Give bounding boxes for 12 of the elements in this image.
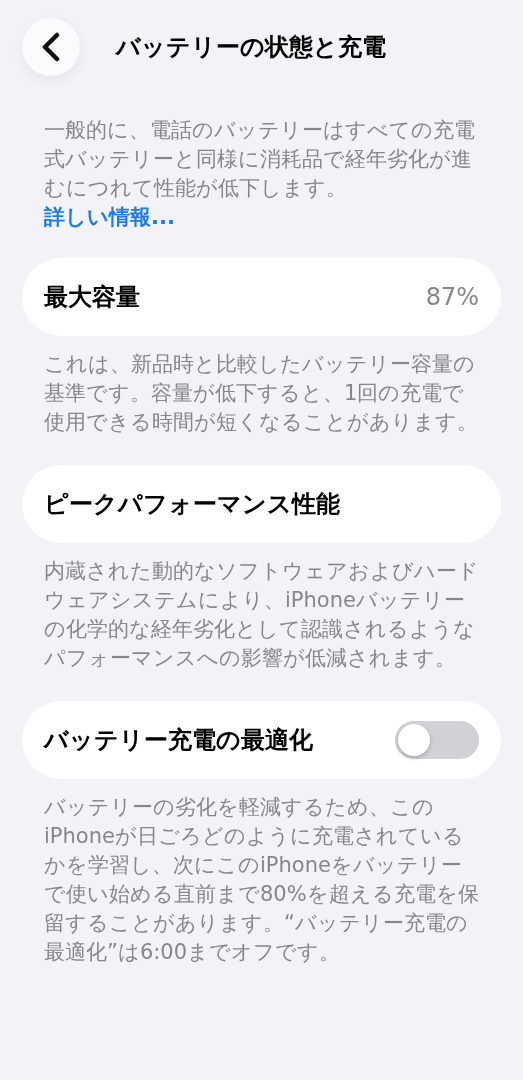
toggle-switch[interactable] — [395, 721, 479, 759]
setting-label: バッテリー充電の最適化 — [44, 725, 313, 756]
footer-text: これは、新品時と比較したバッテリー容量の基準です。容量が低下すると、1回の充電で使用できる時間が短くなることがあります。 — [43, 351, 479, 436]
page-title: バッテリーの状態と充電 — [116, 32, 386, 63]
chevron-left-icon — [41, 32, 61, 62]
intro-text: 一般的に、電話のバッテリーはすべての充電式バッテリーと同様に消耗品で経年劣化が進むにつれて性能が低下します。 — [43, 117, 476, 202]
setting-value: 87% — [425, 282, 479, 313]
footer-text: バッテリーの劣化を軽減するため、このiPhoneが日ごろどのように充電されているかを学習し、次にこのiPhoneをバッテリーで使い始める直前まで80%を超える充電を保留することがあります。“バッテリー充電の最適化”は6:00までオフです。 — [43, 794, 480, 966]
setting-label: 最大容量 — [44, 282, 140, 313]
footer-text: 内蔵された動的なソフトウェアおよびハードウェアシステムにより、iPhoneバッテリーの化学的な経年劣化として認識されるようなパフォーマンスへの影響が低減されます。 — [43, 558, 480, 672]
learn-more-link[interactable]: 詳しい情報... — [0, 203, 219, 232]
setting-label: ピークパフォーマンス性能 — [44, 489, 340, 520]
